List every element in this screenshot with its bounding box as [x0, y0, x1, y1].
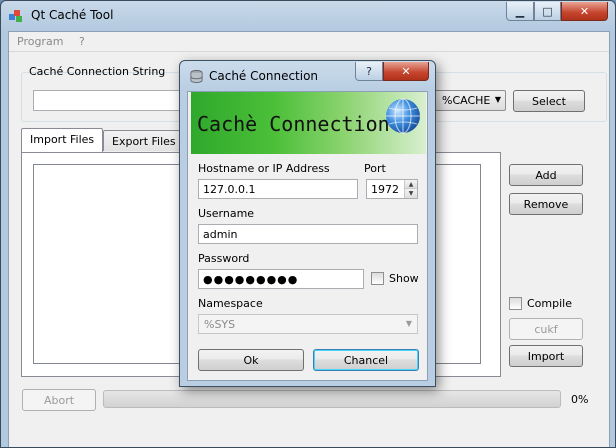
close-button[interactable]: ✕: [561, 2, 608, 21]
compile-label: Compile: [527, 297, 572, 310]
menu-program[interactable]: Program: [17, 35, 63, 48]
chevron-down-icon: ▼: [494, 95, 501, 104]
username-input[interactable]: admin: [198, 224, 418, 244]
add-button[interactable]: Add: [509, 164, 583, 186]
menu-help[interactable]: ?: [79, 35, 85, 48]
dialog-banner: Cachè Connection: [191, 92, 426, 154]
namespace-select-value: %CACHE: [442, 94, 491, 107]
compile-checkbox-row[interactable]: Compile: [509, 297, 572, 310]
namespace-select[interactable]: %CACHE ▼: [433, 90, 506, 111]
connection-string-input[interactable]: [33, 90, 193, 111]
spin-up-icon[interactable]: ▲: [405, 180, 417, 189]
connection-group-label: Caché Connection String: [29, 65, 166, 78]
show-password-label: Show: [389, 272, 419, 285]
maximize-icon: □: [542, 4, 553, 18]
tab-export-files[interactable]: Export Files: [103, 130, 183, 151]
globe-icon: [386, 98, 420, 134]
hostname-input[interactable]: 127.0.0.1: [198, 179, 358, 199]
dialog-client-area: Cachè Connection Hostname or IP Address …: [187, 91, 428, 381]
abort-button[interactable]: Abort: [22, 389, 96, 411]
app-icon: [9, 10, 22, 22]
show-password-row[interactable]: Show: [371, 272, 419, 285]
close-icon: ✕: [579, 4, 590, 18]
dialog-title: Caché Connection: [209, 69, 319, 83]
progress-bar: [103, 390, 561, 408]
close-icon: ✕: [401, 64, 411, 78]
port-spinbox[interactable]: 1972 ▲ ▼: [366, 179, 418, 199]
menu-bar: Program ?: [9, 32, 609, 52]
compile-checkbox[interactable]: [509, 297, 522, 310]
progress-percent: 0%: [571, 393, 589, 406]
dialog-close-button[interactable]: ✕: [383, 62, 429, 81]
chevron-down-icon: ▼: [405, 319, 412, 328]
maximize-button[interactable]: □: [534, 2, 561, 21]
port-spin-buttons: ▲ ▼: [404, 180, 417, 198]
title-bar[interactable]: Qt Caché Tool ▁ □ ✕: [1, 1, 615, 31]
hostname-label: Hostname or IP Address: [198, 162, 330, 175]
show-password-checkbox[interactable]: [371, 272, 384, 285]
tab-import-files[interactable]: Import Files: [21, 128, 103, 152]
help-button[interactable]: ?: [355, 62, 383, 81]
password-input[interactable]: ●●●●●●●●●: [198, 269, 364, 289]
namespace-label: Namespace: [198, 297, 263, 310]
username-label: Username: [198, 207, 255, 220]
connection-dialog: Caché Connection ? ✕ Cachè Connection Ho…: [179, 60, 436, 387]
port-label: Port: [364, 162, 386, 175]
window-title: Qt Caché Tool: [31, 8, 114, 22]
help-icon: ?: [366, 64, 372, 78]
minimize-button[interactable]: ▁: [506, 2, 534, 21]
minimize-icon: ▁: [515, 4, 525, 18]
banner-text: Cachè Connection: [197, 112, 390, 136]
cukf-button[interactable]: cukf: [509, 318, 583, 340]
select-button[interactable]: Select: [513, 90, 585, 112]
port-value: 1972: [371, 183, 399, 196]
import-button[interactable]: Import: [509, 345, 583, 367]
ok-button[interactable]: Ok: [198, 349, 304, 371]
remove-button[interactable]: Remove: [509, 193, 583, 215]
dialog-namespace-value: %SYS: [204, 318, 236, 331]
password-label: Password: [198, 252, 250, 265]
spin-down-icon[interactable]: ▼: [405, 189, 417, 198]
cancel-button[interactable]: Chancel: [313, 349, 419, 371]
database-icon: [190, 70, 203, 83]
dialog-namespace-select[interactable]: %SYS ▼: [198, 314, 418, 334]
